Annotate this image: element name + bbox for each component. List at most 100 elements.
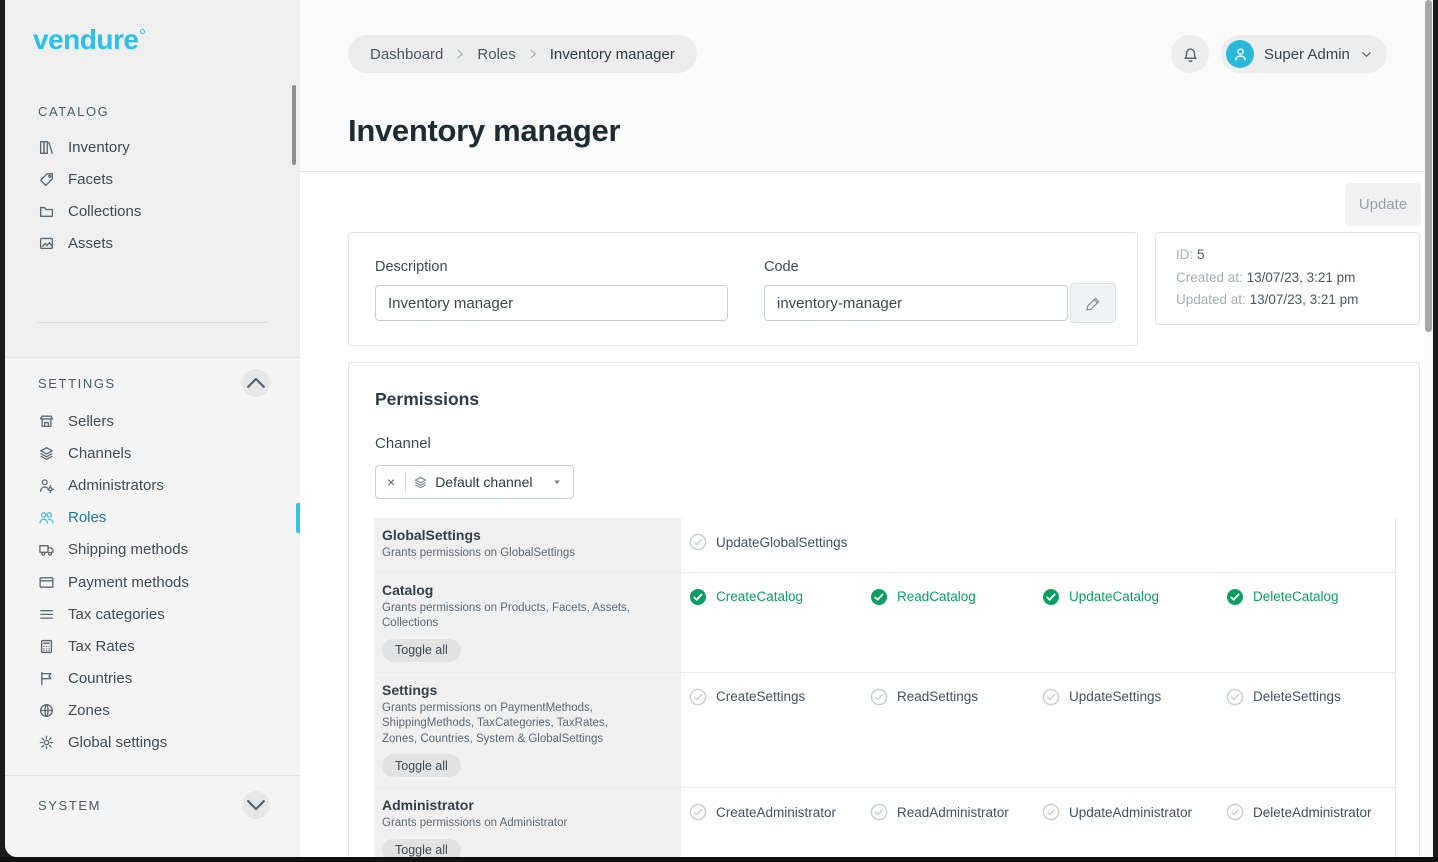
- edit-code-button[interactable]: [1070, 283, 1116, 323]
- toggle-all-button[interactable]: Toggle all: [382, 839, 461, 858]
- sidebar-item-zones[interactable]: Zones: [5, 695, 300, 727]
- truck-icon: [38, 541, 55, 558]
- permission-checkbox-updatecatalog[interactable]: UpdateCatalog: [1042, 587, 1226, 607]
- permission-items: CreateSettingsReadSettingsUpdateSettings…: [681, 673, 1395, 788]
- sidebar-item-channels[interactable]: Channels: [5, 437, 300, 469]
- permission-checkbox-readadministrator[interactable]: ReadAdministrator: [870, 802, 1042, 822]
- sidebar-item-payment-methods[interactable]: Payment methods: [5, 566, 300, 598]
- sidebar-item-global-settings[interactable]: Global settings: [5, 727, 300, 759]
- permissions-card: Permissions Channel × Default channel Gl…: [348, 362, 1420, 857]
- update-button[interactable]: Update: [1345, 183, 1421, 226]
- layers-icon: [38, 445, 55, 462]
- image-icon: [38, 235, 55, 252]
- description-input[interactable]: [375, 285, 728, 321]
- check-circle-icon: [870, 803, 888, 821]
- tag-icon: [38, 171, 55, 188]
- check-circle-icon: [1226, 803, 1244, 821]
- check-circle-icon: [689, 688, 707, 706]
- chevron-right-icon: [454, 48, 466, 60]
- app-logo-text: vendure: [33, 24, 138, 56]
- caret-down-icon: [551, 476, 563, 488]
- permissions-table: GlobalSettings Grants permissions on Glob…: [374, 518, 1396, 857]
- permission-group-description: Grants permissions on PaymentMethods, Sh…: [382, 701, 640, 748]
- sidebar-item-label: Channels: [68, 445, 131, 462]
- channel-value: Default channel: [435, 474, 532, 490]
- settings-nav: Sellers Channels Administrators RolesShippi…: [5, 405, 300, 759]
- entity-created: Created at: 13/07/23, 3:21 pm: [1176, 270, 1399, 285]
- check-circle-icon: [1042, 803, 1060, 821]
- permission-checkbox-createcatalog[interactable]: CreateCatalog: [689, 587, 870, 607]
- toggle-all-button[interactable]: Toggle all: [382, 639, 461, 662]
- select-divider: [405, 472, 406, 492]
- chevron-down-icon: [1360, 48, 1373, 61]
- permission-group-description: Grants permissions on GlobalSettings: [382, 546, 640, 562]
- code-input[interactable]: [764, 285, 1068, 321]
- permission-items: UpdateGlobalSettings: [681, 518, 1395, 572]
- permission-row-catalog: CatalogGrants permissions on Products, F…: [374, 573, 1395, 673]
- sidebar-item-label: Countries: [68, 670, 132, 687]
- sidebar-item-facets[interactable]: Facets: [5, 163, 300, 195]
- permission-row-header: Settings Grants permissions on PaymentMet…: [374, 673, 681, 788]
- sidebar-item-collections[interactable]: Collections: [5, 195, 300, 227]
- sidebar-item-label: Inventory: [68, 139, 130, 156]
- flag-icon: [38, 670, 55, 687]
- permission-checkbox-readcatalog[interactable]: ReadCatalog: [870, 587, 1042, 607]
- system-section: SYSTEM: [5, 775, 300, 857]
- sidebar-item-label: Tax categories: [68, 606, 165, 623]
- permission-checkbox-deletecatalog[interactable]: DeleteCatalog: [1226, 587, 1395, 607]
- sidebar-item-countries[interactable]: Countries: [5, 663, 300, 695]
- sidebar-item-inventory[interactable]: Inventory: [5, 131, 300, 163]
- channel-select[interactable]: × Default channel: [375, 465, 574, 499]
- user-menu[interactable]: Super Admin: [1221, 35, 1387, 73]
- sidebar-item-tax-categories[interactable]: Tax categories: [5, 598, 300, 630]
- store-icon: [38, 413, 55, 430]
- breadcrumb-item-roles[interactable]: Roles: [477, 46, 515, 63]
- breadcrumb-item-dashboard[interactable]: Dashboard: [370, 46, 443, 63]
- main-scrollbar: [1424, 0, 1433, 857]
- sidebar-item-label: Sellers: [68, 413, 114, 430]
- sidebar-item-label: Administrators: [68, 477, 164, 494]
- permission-checkbox-deleteadministrator[interactable]: DeleteAdministrator: [1226, 802, 1395, 822]
- sidebar-item-label: Assets: [68, 235, 113, 252]
- gear-icon: [38, 734, 55, 751]
- permission-checkbox-updatesettings[interactable]: UpdateSettings: [1042, 687, 1226, 707]
- notifications-button[interactable]: [1171, 35, 1209, 73]
- permission-checkbox-updateglobalsettings[interactable]: UpdateGlobalSettings: [689, 532, 870, 552]
- permission-group-name: GlobalSettings: [382, 527, 665, 543]
- app-logo[interactable]: vendure: [33, 24, 145, 56]
- system-collapse-button[interactable]: [242, 791, 270, 819]
- permission-row-header: CatalogGrants permissions on Products, F…: [374, 573, 681, 672]
- permission-checkbox-createsettings[interactable]: CreateSettings: [689, 687, 870, 707]
- chevron-up-icon: [242, 369, 270, 397]
- pencil-icon: [1085, 295, 1102, 312]
- check-circle-checked-icon: [870, 588, 888, 606]
- top-bar: DashboardRolesInventory manager Super Ad…: [300, 0, 1424, 172]
- permission-checkbox-updateadministrator[interactable]: UpdateAdministrator: [1042, 802, 1226, 822]
- check-circle-checked-icon: [689, 588, 707, 606]
- list-icon: [38, 606, 55, 623]
- settings-collapse-button[interactable]: [242, 369, 270, 397]
- check-circle-icon: [1042, 688, 1060, 706]
- main-scrollbar-thumb[interactable]: [1425, 0, 1432, 332]
- credit-card-icon: [38, 574, 55, 591]
- permission-checkbox-deletesettings[interactable]: DeleteSettings: [1226, 687, 1395, 707]
- sidebar-item-sellers[interactable]: Sellers: [5, 405, 300, 437]
- sidebar-item-administrators[interactable]: Administrators: [5, 469, 300, 501]
- clear-icon[interactable]: ×: [384, 474, 398, 490]
- check-circle-checked-icon: [1042, 588, 1060, 606]
- check-circle-icon: [689, 803, 707, 821]
- permission-checkbox-readsettings[interactable]: ReadSettings: [870, 687, 1042, 707]
- permission-group-description: Grants permissions on Products, Facets, …: [382, 601, 640, 632]
- window-frame-bottom: [0, 857, 1438, 862]
- toggle-all-button[interactable]: Toggle all: [382, 754, 461, 777]
- sidebar-item-assets[interactable]: Assets: [5, 228, 300, 260]
- sidebar-item-tax-rates[interactable]: Tax Rates: [5, 630, 300, 662]
- entity-id: ID: 5: [1176, 247, 1399, 262]
- permission-label: DeleteAdministrator: [1253, 805, 1372, 820]
- permission-group-name: Settings: [382, 682, 665, 698]
- sidebar-item-label: Collections: [68, 203, 141, 220]
- sidebar-item-roles[interactable]: Roles: [5, 502, 300, 534]
- permission-checkbox-createadministrator[interactable]: CreateAdministrator: [689, 802, 870, 822]
- users-icon: [38, 509, 55, 526]
- sidebar-item-shipping-methods[interactable]: Shipping methods: [5, 534, 300, 566]
